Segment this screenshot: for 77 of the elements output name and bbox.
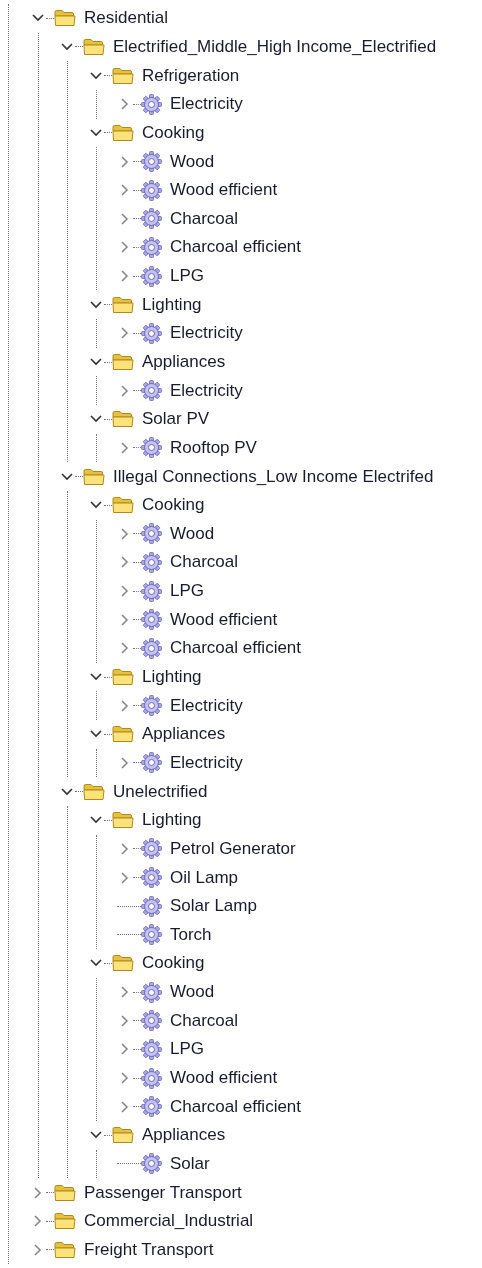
tree-item-label[interactable]: Refrigeration [142,65,240,86]
tree-item-label[interactable]: Charcoal efficient [170,638,302,659]
expand-chevron-icon[interactable] [119,384,131,397]
tree-item-label[interactable]: Petrol Generator [170,838,296,859]
collapse-chevron-icon[interactable] [90,356,102,368]
expand-chevron-icon[interactable] [119,270,131,283]
tree-item-label[interactable]: Electricity [170,695,243,716]
tree-item-label[interactable]: Rooftop PV [170,437,257,458]
tree-item-label[interactable]: Charcoal [170,1010,239,1031]
expand-chevron-icon[interactable] [119,1072,131,1084]
collapse-chevron-icon[interactable] [90,69,102,82]
expand-chevron-icon[interactable] [32,1215,44,1228]
tree-item-label[interactable]: Torch [170,924,212,945]
expand-chevron-icon[interactable] [119,98,131,111]
tree-item-label[interactable]: Cooking [142,495,205,516]
tree-item-label[interactable]: Electricity [170,752,243,773]
expand-chevron-icon[interactable] [119,585,131,598]
expand-chevron-icon[interactable] [119,986,131,999]
expand-chevron-icon[interactable] [119,212,131,225]
tree-item-label[interactable]: Cooking [142,953,205,974]
tree-item-label[interactable]: Wood efficient [170,1068,278,1088]
tree-item-label[interactable]: Wood [170,523,215,544]
expand-chevron-icon[interactable] [119,1043,131,1056]
tree-item-label[interactable]: LPG [170,581,205,602]
expand-chevron-icon[interactable] [119,527,131,540]
tree-item-label[interactable]: Wood efficient [170,609,278,630]
expand-chevron-icon[interactable] [119,642,131,655]
tree-item-label[interactable]: LPG [170,1039,205,1060]
expand-chevron-icon[interactable] [32,1186,44,1199]
tree-item-label[interactable]: LPG [170,266,205,287]
tree-item-label[interactable]: Cooking [142,122,205,143]
tree-item-label[interactable]: Wood [170,982,215,1003]
expand-chevron-icon[interactable] [32,1243,44,1256]
collapse-chevron-icon[interactable] [90,298,102,311]
tree-item-label[interactable]: Wood efficient [170,180,278,201]
tree-item-label[interactable]: Illegal Connections_Low Income Electrifed [113,466,434,487]
expand-chevron-icon[interactable] [119,871,131,884]
tree-item-label[interactable]: Lighting [142,294,202,315]
tree-item-label[interactable]: Lighting [142,667,202,688]
collapse-chevron-icon[interactable] [61,40,73,53]
expand-chevron-icon[interactable] [119,441,131,454]
expand-chevron-icon[interactable] [119,327,131,340]
tree-item-label[interactable]: Lighting [142,810,202,831]
expand-chevron-icon[interactable] [119,613,131,626]
tree-item-label[interactable]: Electricity [170,94,243,115]
tree-item-label[interactable]: Charcoal [170,208,239,229]
expand-chevron-icon[interactable] [119,842,131,855]
tree-item-label[interactable]: Solar Lamp [170,896,257,917]
collapse-chevron-icon[interactable] [90,126,102,139]
expand-chevron-icon[interactable] [119,155,131,168]
tree-item-label[interactable]: Electrified_Middle_High Income_Electrified [113,36,437,57]
tree-item-label[interactable]: Appliances [142,352,226,372]
expand-chevron-icon[interactable] [119,556,131,569]
expand-chevron-icon[interactable] [119,1014,131,1027]
tree-item-label[interactable]: Solar PV [142,409,210,430]
tree-item-label[interactable]: Appliances [142,1125,226,1146]
expand-chevron-icon[interactable] [119,699,131,712]
tree-item-label[interactable]: Commercial_Industrial [84,1211,254,1232]
tree-item-label[interactable]: Residential [84,8,169,29]
tree-item-label[interactable]: Charcoal [170,552,239,573]
expand-chevron-icon[interactable] [119,1100,131,1113]
tree-item-label[interactable]: Appliances [142,724,226,745]
tree-item-label[interactable]: Wood [170,151,215,172]
tree-item-label[interactable]: Unelectrified [113,781,208,802]
tree-item-label[interactable]: Passenger Transport [84,1182,242,1203]
collapse-chevron-icon[interactable] [61,785,73,798]
expand-chevron-icon[interactable] [119,756,131,769]
tree-item-label[interactable]: Oil Lamp [170,867,239,888]
tree-item-label[interactable]: Charcoal efficient [170,1096,302,1117]
tree-item-label[interactable]: Freight Transport [84,1239,214,1260]
tree-item-label[interactable]: Electricity [170,380,243,401]
tree-item-label[interactable]: Electricity [170,323,243,344]
collapse-chevron-icon[interactable] [61,470,73,483]
tree-item-label[interactable]: Charcoal efficient [170,237,302,258]
expand-chevron-icon[interactable] [119,241,131,254]
expand-chevron-icon[interactable] [119,184,131,197]
tree-item-label[interactable]: Solar [170,1153,210,1174]
